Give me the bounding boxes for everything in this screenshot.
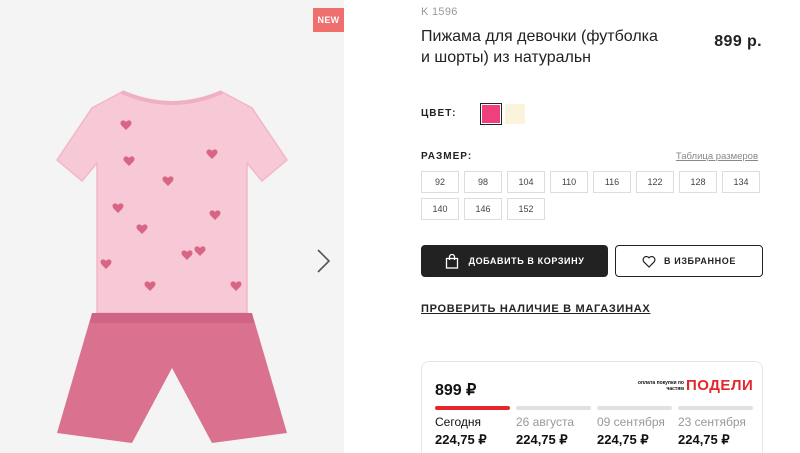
payment-date: 09 сентября <box>597 415 665 429</box>
installment-widget[interactable]: 899 ₽ оплата покупки по частям ПОДЕЛИ Се… <box>421 361 763 453</box>
add-to-cart-button[interactable]: ДОБАВИТЬ В КОРЗИНУ <box>421 245 608 277</box>
product-price: 899 р. <box>714 33 762 50</box>
installment-total: 899 ₽ <box>435 382 477 399</box>
payment-bar <box>597 406 672 410</box>
heart-icon <box>642 255 656 268</box>
size-option[interactable]: 98 <box>464 171 502 193</box>
payment-bar <box>435 406 510 410</box>
payment-date: Сегодня <box>435 415 481 429</box>
payment-amount: 224,75 ₽ <box>678 432 730 447</box>
add-to-favorites-button[interactable]: В ИЗБРАННОЕ <box>615 245 763 277</box>
payment-bar <box>678 406 753 410</box>
product-sku: K 1596 <box>421 6 458 18</box>
color-swatch-pink[interactable] <box>480 103 502 125</box>
size-option[interactable]: 110 <box>550 171 588 193</box>
size-option[interactable]: 122 <box>636 171 674 193</box>
size-option[interactable]: 152 <box>507 198 545 220</box>
color-swatch-cream[interactable] <box>505 104 525 124</box>
size-option[interactable]: 104 <box>507 171 545 193</box>
product-image <box>56 90 288 443</box>
payment-date: 26 августа <box>516 415 575 429</box>
size-option[interactable]: 146 <box>464 198 502 220</box>
payment-amount: 224,75 ₽ <box>435 432 487 447</box>
payment-date: 23 сентября <box>678 415 746 429</box>
size-guide-link[interactable]: Таблица размеров <box>676 151 758 162</box>
shopping-bag-icon <box>445 253 458 269</box>
new-badge: NEW <box>313 8 344 32</box>
color-label: ЦВЕТ: <box>421 108 457 119</box>
payment-dates: Сегодня 26 августа 09 сентября 23 сентяб… <box>435 415 753 429</box>
chevron-right-icon[interactable] <box>312 246 334 276</box>
size-option[interactable]: 134 <box>722 171 760 193</box>
product-gallery: NEW <box>0 0 344 453</box>
size-label: РАЗМЕР: <box>421 151 473 162</box>
payment-amounts: 224,75 ₽ 224,75 ₽ 224,75 ₽ 224,75 ₽ <box>435 432 753 448</box>
payment-amount: 224,75 ₽ <box>516 432 568 447</box>
size-option[interactable]: 128 <box>679 171 717 193</box>
add-to-favorites-label: В ИЗБРАННОЕ <box>664 256 736 266</box>
check-stock-link[interactable]: ПРОВЕРИТЬ НАЛИЧИЕ В МАГАЗИНАХ <box>421 303 650 315</box>
installment-caption: оплата покупки по частям <box>637 380 684 392</box>
podeli-logo: ПОДЕЛИ <box>686 377 754 394</box>
add-to-cart-label: ДОБАВИТЬ В КОРЗИНУ <box>468 256 585 266</box>
size-options: 92 98 104 110 116 122 128 134 140 146 15… <box>421 171 766 220</box>
size-option[interactable]: 116 <box>593 171 631 193</box>
size-option[interactable]: 140 <box>421 198 459 220</box>
payment-progress <box>435 406 753 410</box>
payment-bar <box>516 406 591 410</box>
size-option[interactable]: 92 <box>421 171 459 193</box>
product-title: Пижама для девочки (футболка и шорты) из… <box>421 28 658 66</box>
payment-amount: 224,75 ₽ <box>597 432 649 447</box>
